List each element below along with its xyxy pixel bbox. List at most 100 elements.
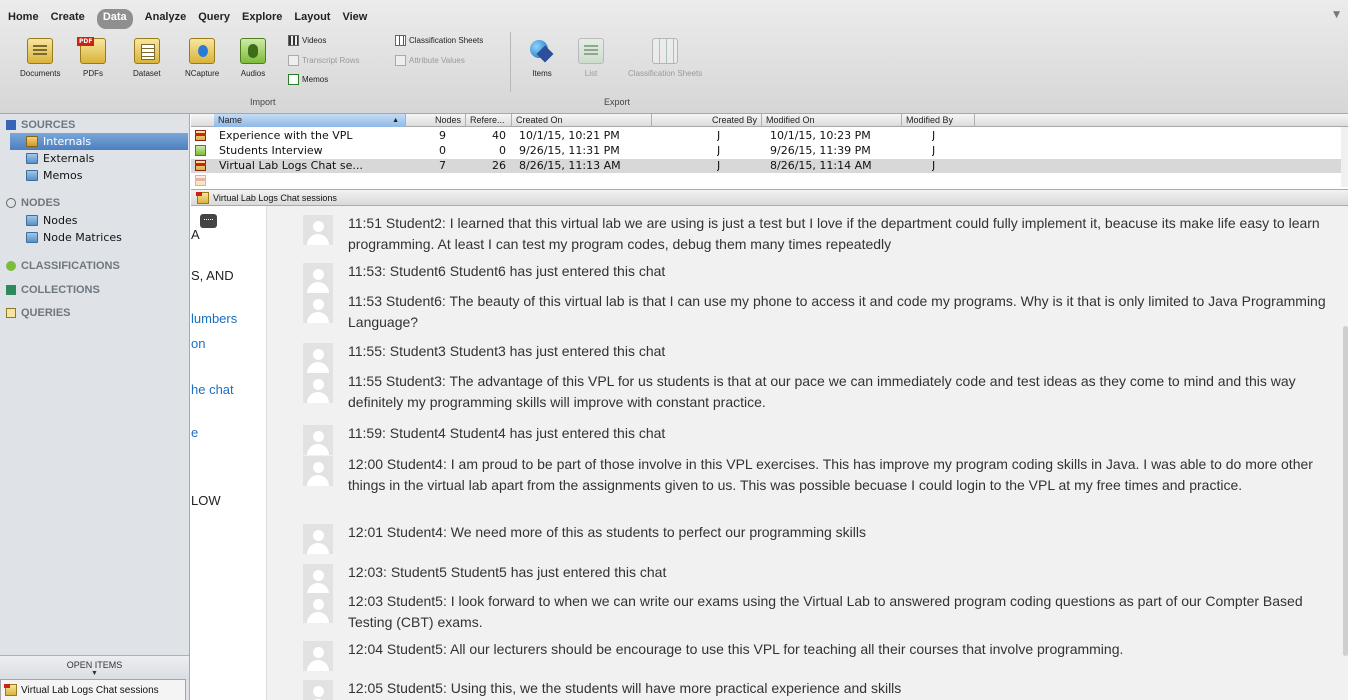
row-modified-by: J <box>932 144 936 157</box>
row-nodes: 7 <box>439 159 446 172</box>
ribbon: Home Create Data Analyze Query Explore L… <box>0 0 1348 114</box>
dataset-import-icon <box>133 38 160 64</box>
table-row-partial[interactable] <box>191 174 1341 188</box>
open-items-toggle[interactable]: OPEN ITEMS ▼ <box>0 655 189 680</box>
row-nodes: 0 <box>439 144 446 157</box>
page-fragment-link[interactable]: he chat <box>191 382 234 397</box>
ribbon-collapse-icon[interactable]: ▼ <box>1333 10 1340 20</box>
chat-bubble-icon <box>200 214 217 228</box>
import-videos-button[interactable]: Videos <box>288 35 326 46</box>
import-dataset-button[interactable]: Dataset <box>133 38 161 78</box>
export-group-label: Export <box>604 97 631 107</box>
import-attribute-values-label: Attribute Values <box>409 56 465 65</box>
import-ncapture-label: NCapture <box>185 69 220 78</box>
column-references[interactable]: Refere... <box>466 114 512 127</box>
import-transcript-rows-label: Transcript Rows <box>302 56 360 65</box>
export-classification-sheets-button[interactable]: Classification Sheets <box>628 38 702 78</box>
content-scrollbar[interactable] <box>1343 326 1348 656</box>
sidebar-item-label: Nodes <box>43 214 78 227</box>
chat-log: 11:51 Student2: I learned that this virt… <box>266 206 1348 700</box>
nodes-icon <box>6 198 16 208</box>
export-items-button[interactable]: Items <box>527 38 557 78</box>
import-ncapture-button[interactable]: NCapture <box>185 38 219 78</box>
avatar <box>303 593 333 623</box>
import-classification-sheets-label: Classification Sheets <box>409 36 484 45</box>
row-modified-on: 9/26/15, 11:39 PM <box>770 144 871 157</box>
export-list-button[interactable]: List <box>578 38 604 78</box>
tab-data[interactable]: Data <box>96 9 133 29</box>
page-fragment-link[interactable]: e <box>191 425 198 440</box>
chat-message-text: 11:59: Student4 Student4 has just entere… <box>348 425 666 441</box>
audio-doc-icon <box>195 145 206 156</box>
page-fragment-link[interactable]: lumbers <box>191 311 237 326</box>
sidebar-item-label: Externals <box>43 152 95 165</box>
pdf-doc-icon <box>195 175 206 186</box>
column-modified-on[interactable]: Modified On <box>762 114 902 127</box>
import-pdfs-button[interactable]: PDFs <box>77 37 106 78</box>
video-icon <box>288 35 299 46</box>
import-memos-button[interactable]: Memos <box>288 74 328 85</box>
import-attribute-values-button[interactable]: Attribute Values <box>395 55 465 66</box>
tab-view[interactable]: View <box>342 9 367 29</box>
ribbon-separator <box>510 32 511 92</box>
avatar <box>303 425 333 455</box>
export-list-label: List <box>584 69 598 78</box>
avatar <box>303 373 333 403</box>
table-row[interactable]: Students Interview 0 0 9/26/15, 11:31 PM… <box>191 144 1341 158</box>
avatar <box>303 293 333 323</box>
classifications-header[interactable]: CLASSIFICATIONS <box>0 258 120 274</box>
open-item-label: Virtual Lab Logs Chat sessions <box>21 684 159 696</box>
ncapture-import-icon <box>189 38 216 64</box>
tab-explore[interactable]: Explore <box>242 9 282 29</box>
chat-message-text: 12:00 Student4: I am proud to be part of… <box>348 456 1313 493</box>
classifications-label: CLASSIFICATIONS <box>21 260 120 272</box>
nodes-label: NODES <box>21 197 61 209</box>
column-created-by[interactable]: Created By <box>652 114 762 127</box>
import-group-label: Import <box>250 97 276 107</box>
column-name[interactable]: Name ▲ <box>214 114 406 127</box>
column-nodes[interactable]: Nodes <box>406 114 466 127</box>
folder-icon <box>26 170 38 181</box>
import-documents-label: Documents <box>20 69 61 78</box>
classifications-icon <box>6 261 16 271</box>
nodes-header[interactable]: NODES <box>0 195 60 211</box>
tab-analyze[interactable]: Analyze <box>145 9 187 29</box>
chat-message-text: 12:01 Student4: We need more of this as … <box>348 524 867 540</box>
sidebar-item-memos[interactable]: Memos <box>10 167 188 184</box>
sidebar-item-externals[interactable]: Externals <box>10 150 188 167</box>
avatar <box>303 680 333 700</box>
detail-view-tab[interactable]: Virtual Lab Logs Chat sessions <box>191 189 1348 206</box>
import-audios-button[interactable]: Audios <box>240 38 266 78</box>
sidebar-item-node-matrices[interactable]: Node Matrices <box>10 229 188 246</box>
list-scrollbar[interactable] <box>1341 127 1348 187</box>
queries-header[interactable]: QUERIES <box>0 305 71 321</box>
chat-message-text: 12:04 Student5: All our lecturers should… <box>348 641 1124 657</box>
open-item-tab[interactable]: Virtual Lab Logs Chat sessions <box>0 679 186 700</box>
row-created-by: J <box>717 129 721 142</box>
document-import-icon <box>27 38 54 64</box>
page-fragment-link[interactable]: on <box>191 336 205 351</box>
import-documents-button[interactable]: Documents <box>20 38 60 78</box>
chat-message-text: 12:05 Student5: Using this, we the stude… <box>348 680 902 696</box>
sources-list: Name ▲ Nodes Refere... Created On Created… <box>191 114 1348 189</box>
navigation-sidebar: SOURCES Internals Externals Memos NODES … <box>0 114 190 700</box>
import-classification-sheets-button[interactable]: Classification Sheets <box>395 35 483 46</box>
tab-home[interactable]: Home <box>8 9 39 29</box>
table-row-selected[interactable]: Virtual Lab Logs Chat se... 7 26 8/26/15… <box>191 159 1341 173</box>
sources-header[interactable]: SOURCES <box>0 117 75 133</box>
table-row[interactable]: Experience with the VPL 9 40 10/1/15, 10… <box>191 129 1341 143</box>
column-modified-by[interactable]: Modified By <box>902 114 975 127</box>
collections-header[interactable]: COLLECTIONS <box>0 282 100 298</box>
column-created-on[interactable]: Created On <box>512 114 652 127</box>
tab-create[interactable]: Create <box>51 9 85 29</box>
row-created-by: J <box>717 159 721 172</box>
import-transcript-rows-button[interactable]: Transcript Rows <box>288 55 360 66</box>
avatar <box>303 343 333 373</box>
sidebar-item-internals[interactable]: Internals <box>10 133 188 150</box>
tab-layout[interactable]: Layout <box>294 9 330 29</box>
tab-query[interactable]: Query <box>198 9 230 29</box>
collections-label: COLLECTIONS <box>21 284 100 296</box>
row-name: Virtual Lab Logs Chat se... <box>219 159 363 172</box>
avatar <box>303 564 333 594</box>
sidebar-item-nodes[interactable]: Nodes <box>10 212 188 229</box>
